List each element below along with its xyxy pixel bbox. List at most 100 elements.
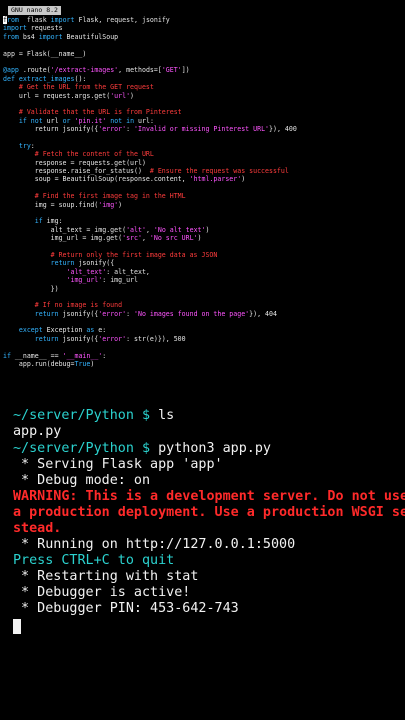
code-line: if not url or 'pin.it' not in url: bbox=[3, 117, 403, 125]
code-token: 'pin.it' bbox=[74, 116, 107, 125]
code-line: return jsonify({'error': 'No images foun… bbox=[3, 310, 403, 318]
code-token: if not bbox=[3, 116, 43, 125]
code-token: ) bbox=[118, 200, 123, 209]
code-token: or bbox=[62, 116, 71, 125]
code-line: # Fetch the content of the URL bbox=[3, 150, 403, 158]
terminal-text: * Debugger is active! bbox=[13, 585, 191, 600]
code-token: '__main__' bbox=[62, 351, 103, 360]
code-line: def extract_images(): bbox=[3, 75, 403, 83]
code-token: Flask, request, jsonify bbox=[74, 16, 170, 24]
code-token: : bbox=[30, 141, 35, 150]
code-token: app = Flask(__name__) bbox=[3, 49, 87, 58]
code-line: @app .route('/extract-images', methods=[… bbox=[3, 66, 403, 74]
code-token: e: bbox=[94, 326, 107, 335]
code-token: 'src' bbox=[122, 234, 142, 243]
code-line: 'alt_text': alt_text, bbox=[3, 268, 403, 276]
code-line: if __name__ == '__main__': bbox=[3, 352, 403, 360]
terminal-text: a production deployment. Use a productio… bbox=[13, 505, 405, 520]
terminal-text: app.py bbox=[13, 424, 62, 439]
terminal-line: ~/server/Python $ ls bbox=[13, 408, 174, 424]
code-token: rom bbox=[6, 16, 19, 24]
code-line: response.raise_for_status() # Ensure the… bbox=[3, 167, 403, 175]
code-token: bs4 bbox=[18, 32, 39, 41]
code-line: soup = BeautifulSoup(response.content, '… bbox=[3, 175, 403, 183]
code-token: : img_url bbox=[102, 276, 138, 285]
terminal-line: * Debugger is active! bbox=[13, 585, 190, 601]
code-line: return jsonify({ bbox=[3, 259, 403, 267]
code-token: ]) bbox=[181, 66, 190, 75]
code-token: , bbox=[141, 234, 150, 243]
code-token: }) bbox=[3, 284, 59, 293]
code-token: Exception bbox=[42, 326, 87, 335]
code-token: img_url = img.get( bbox=[3, 234, 123, 243]
code-token: 'error' bbox=[98, 125, 127, 134]
code-line: alt_text = img.get('alt', 'No alt text') bbox=[3, 226, 403, 234]
code-token: ) bbox=[130, 91, 135, 100]
code-token: # Validate that the URL is from Pinteres… bbox=[3, 108, 182, 117]
code-token: jsonify({ bbox=[74, 259, 115, 268]
nano-title-bar: GNU nano 8.2 bbox=[0, 6, 405, 15]
code-line: # Validate that the URL is from Pinteres… bbox=[3, 108, 403, 116]
code-token: : alt_text, bbox=[106, 267, 150, 276]
code-token: import bbox=[38, 32, 63, 41]
code-line: url = request.args.get('url') bbox=[3, 92, 403, 100]
code-token: def bbox=[3, 74, 15, 83]
terminal-line: stead. bbox=[13, 521, 61, 537]
terminal-line: * Serving Flask app 'app' bbox=[13, 457, 223, 473]
code-line: return jsonify({'error': str(e)}), 500 bbox=[3, 335, 403, 343]
code-line: except Exception as e: bbox=[3, 326, 403, 334]
code-area[interactable]: from flask import Flask, request, jsonif… bbox=[3, 16, 403, 368]
terminal-text: * Restarting with stat bbox=[13, 569, 199, 584]
terminal-text: WARNING: This is a development server. D… bbox=[13, 489, 405, 504]
code-line: app.run(debug=True) bbox=[3, 360, 403, 368]
code-line: import requests bbox=[3, 24, 403, 32]
terminal-text: python3 app.py bbox=[158, 441, 271, 456]
code-line: # If no image is found bbox=[3, 301, 403, 309]
code-token: BeautifulSoup bbox=[62, 32, 119, 41]
code-token: not in bbox=[106, 116, 135, 125]
nano-editor[interactable]: GNU nano 8.2 from flask import Flask, re… bbox=[0, 0, 405, 380]
code-token: 'No src URL' bbox=[149, 234, 198, 243]
terminal-output[interactable]: ~/server/Python $ ls app.py ~/server/Pytho… bbox=[0, 408, 405, 720]
code-token: extract_images bbox=[18, 74, 75, 83]
code-token: url bbox=[42, 116, 63, 125]
code-token: import bbox=[3, 24, 27, 33]
code-line: img_url = img.get('src', 'No src URL') bbox=[3, 234, 403, 242]
code-token: alt_text = img.get( bbox=[3, 225, 127, 234]
code-token: if bbox=[3, 217, 43, 226]
code-token: ) bbox=[205, 225, 210, 234]
code-token: try bbox=[3, 141, 31, 150]
code-token: requests bbox=[26, 24, 63, 33]
code-token: 'error' bbox=[98, 309, 127, 318]
terminal-text: * Running on http://127.0.0.1:5000 bbox=[13, 537, 296, 552]
code-token: 'alt' bbox=[126, 225, 146, 234]
terminal-line: * Running on http://127.0.0.1:5000 bbox=[13, 537, 295, 553]
terminal-text: * Serving Flask app 'app' bbox=[13, 457, 223, 472]
terminal-text: Press CTRL+C to quit bbox=[13, 553, 175, 568]
terminal-text: ls bbox=[158, 408, 175, 423]
code-token: return bbox=[3, 309, 59, 318]
code-token: 'img_url' bbox=[3, 276, 103, 285]
code-token: response = requests.get(url) bbox=[3, 158, 146, 167]
shell-prompt: ~/server/Python $ bbox=[13, 441, 159, 456]
code-token: img: bbox=[42, 217, 63, 226]
code-token: app.run(debug= bbox=[3, 360, 75, 369]
nano-title: GNU nano 8.2 bbox=[8, 6, 61, 15]
code-token: # Get the URL from the GET request bbox=[3, 83, 154, 92]
code-token: ) bbox=[90, 360, 95, 369]
code-token: : bbox=[126, 125, 135, 134]
code-token: @app bbox=[3, 66, 19, 75]
code-token: soup = BeautifulSoup(response.content, bbox=[3, 175, 190, 184]
terminal-line: * Debugger PIN: 453-642-743 bbox=[13, 601, 239, 617]
code-token: , methods=[ bbox=[118, 66, 162, 75]
code-token: '/extract-images' bbox=[50, 66, 119, 75]
code-token: if bbox=[3, 351, 11, 360]
terminal-line: a production deployment. Use a productio… bbox=[13, 505, 405, 521]
code-token: 'No images found on the page' bbox=[134, 309, 250, 318]
